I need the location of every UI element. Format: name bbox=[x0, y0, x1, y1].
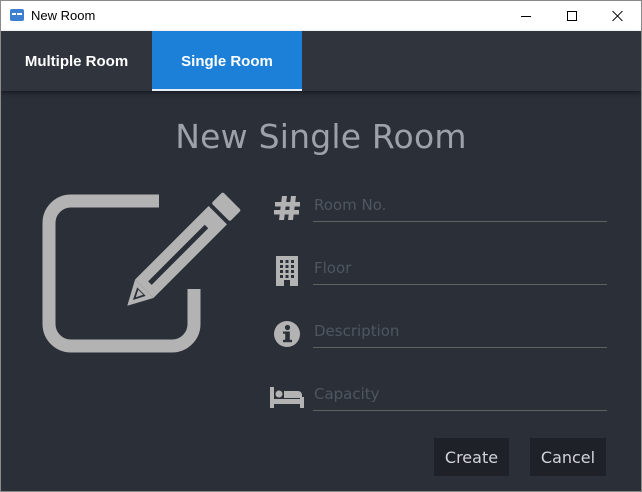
close-icon bbox=[612, 10, 624, 22]
minimize-button[interactable] bbox=[503, 1, 549, 31]
app-window-icon bbox=[10, 9, 24, 21]
window-title: New Room bbox=[31, 8, 96, 23]
close-button[interactable] bbox=[595, 1, 641, 31]
cancel-button[interactable]: Cancel bbox=[530, 438, 606, 476]
tab-bar: Multiple Room Single Room bbox=[1, 31, 641, 91]
title-bar[interactable]: New Room bbox=[1, 1, 641, 31]
bed-icon bbox=[263, 380, 311, 414]
description-field bbox=[263, 317, 607, 351]
tab-multiple-room[interactable]: Multiple Room bbox=[1, 31, 152, 91]
create-button[interactable]: Create bbox=[434, 438, 509, 476]
info-icon bbox=[263, 317, 311, 351]
room-number-field bbox=[263, 191, 607, 225]
description-input[interactable] bbox=[313, 318, 607, 348]
selected-tab-indicator bbox=[152, 89, 302, 91]
minimize-icon bbox=[521, 15, 531, 17]
maximize-icon bbox=[567, 11, 577, 21]
hash-icon bbox=[263, 191, 311, 225]
page-title: New Single Room bbox=[175, 117, 467, 156]
floor-input[interactable] bbox=[313, 255, 607, 285]
capacity-input[interactable] bbox=[313, 381, 607, 411]
tab-single-room[interactable]: Single Room bbox=[152, 31, 302, 91]
floor-field bbox=[263, 254, 607, 288]
building-icon bbox=[263, 254, 311, 288]
room-number-input[interactable] bbox=[313, 192, 607, 222]
new-room-window: New Room Multiple Room Single Room New S… bbox=[0, 0, 642, 492]
edit-icon bbox=[42, 192, 241, 353]
capacity-field bbox=[263, 380, 607, 414]
maximize-button[interactable] bbox=[549, 1, 595, 31]
